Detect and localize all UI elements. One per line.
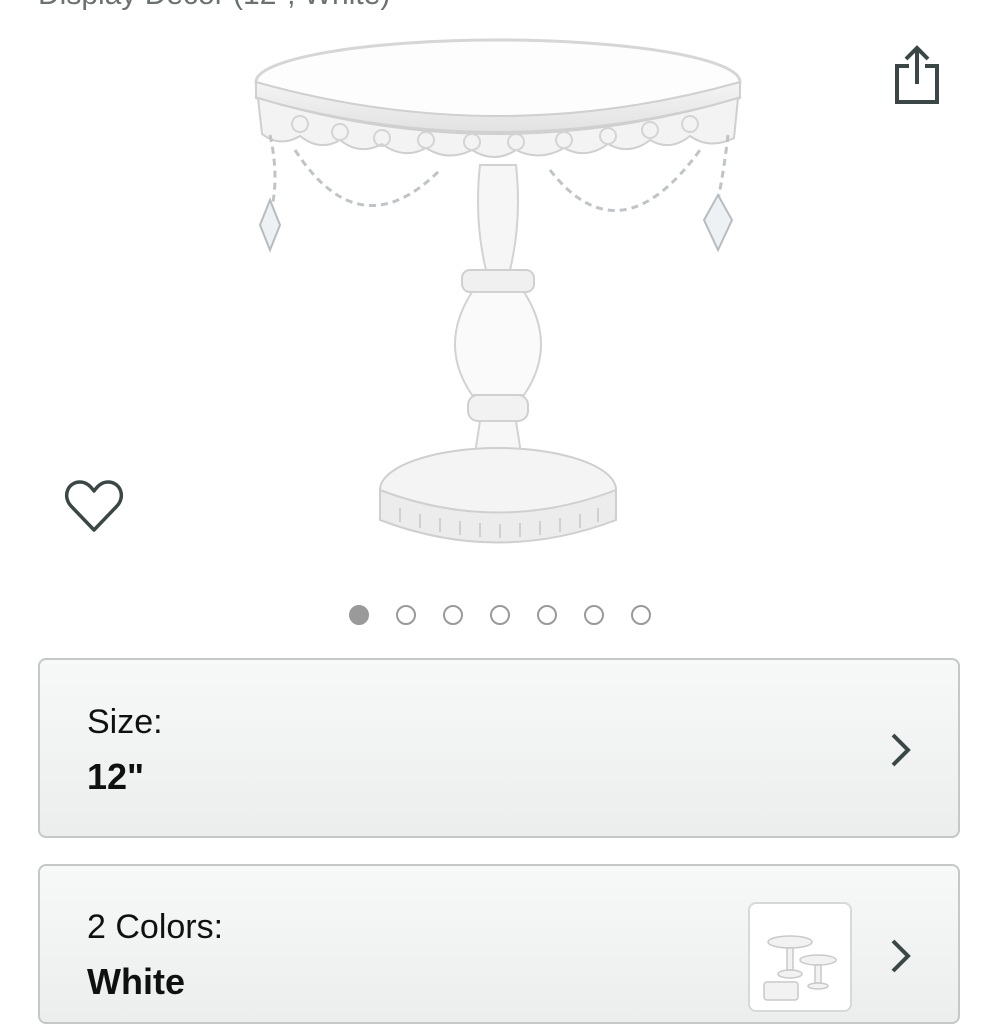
chevron-right-icon	[886, 936, 916, 976]
add-to-wishlist-button[interactable]	[58, 472, 130, 540]
carousel-dot[interactable]	[490, 605, 510, 625]
carousel-dot[interactable]	[584, 605, 604, 625]
size-label: Size:	[87, 703, 163, 741]
chevron-right-icon	[886, 730, 916, 770]
color-swatch-thumbnail[interactable]	[748, 902, 852, 1012]
share-button[interactable]	[884, 40, 950, 110]
color-selector[interactable]: 2 Colors: White	[38, 864, 960, 1024]
color-label: 2 Colors:	[87, 908, 224, 946]
heart-outline-icon	[64, 480, 124, 532]
size-value: 12"	[87, 756, 145, 797]
share-icon	[895, 45, 939, 104]
carousel-dot[interactable]	[443, 605, 463, 625]
carousel-dot[interactable]	[349, 605, 369, 625]
carousel-dot[interactable]	[631, 605, 651, 625]
carousel-dot[interactable]	[537, 605, 557, 625]
size-selector[interactable]: Size: 12"	[38, 658, 960, 838]
product-image[interactable]	[240, 20, 760, 565]
color-value: White	[87, 961, 185, 1002]
product-title: Display Decor (12", White)	[38, 0, 390, 12]
image-carousel-indicator	[0, 605, 1000, 633]
carousel-dot[interactable]	[396, 605, 416, 625]
